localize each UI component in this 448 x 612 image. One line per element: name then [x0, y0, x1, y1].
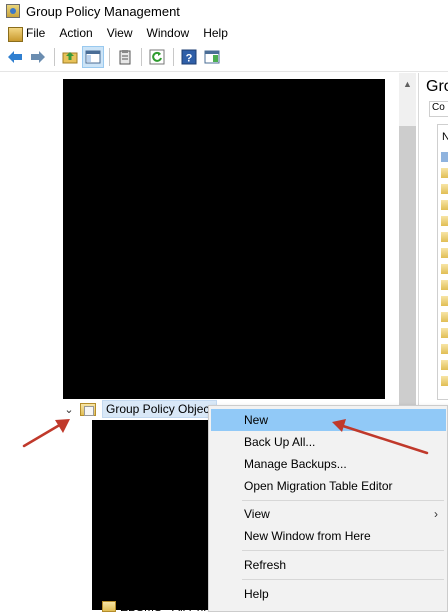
list-item-icon [441, 232, 448, 242]
context-menu: New Back Up All... Manage Backups... Ope… [208, 405, 448, 612]
refresh-icon[interactable] [146, 46, 168, 68]
list-item-icon [441, 264, 448, 274]
gpo-folder-icon [80, 402, 96, 416]
menu-file[interactable]: File [4, 24, 52, 42]
up-folder-icon[interactable] [59, 46, 81, 68]
menu-action[interactable]: Action [52, 24, 99, 42]
menu-item-new[interactable]: New [211, 409, 446, 431]
menu-help[interactable]: Help [196, 24, 235, 42]
list-item-icon [441, 200, 448, 210]
menu-item-label: Manage Backups... [244, 457, 347, 471]
tree-node-label: Group Policy Object [102, 400, 217, 418]
menu-item-new-window-from-here[interactable]: New Window from Here [211, 525, 446, 547]
list-item-icon [441, 328, 448, 338]
list-item-icon [441, 344, 448, 354]
scrollbar-thumb[interactable] [399, 126, 416, 408]
column-header-name[interactable]: N [442, 131, 448, 143]
menu-item-label: New Window from Here [244, 529, 371, 543]
menu-view[interactable]: View [100, 24, 140, 42]
redacted-region [92, 420, 210, 610]
menu-item-label: Refresh [244, 558, 287, 572]
list-item-icon [441, 360, 448, 370]
gpo-icon [102, 601, 116, 612]
chevron-down-icon[interactable]: ⌄ [62, 403, 76, 416]
show-hide-tree-icon[interactable] [82, 46, 104, 68]
menu-item-label: Open Migration Table Editor [244, 479, 393, 493]
list-item-icon [441, 168, 448, 178]
list-item-icon [441, 376, 448, 386]
toolbar-separator [173, 48, 174, 66]
results-tab[interactable]: Co [429, 101, 448, 117]
window-title: Group Policy Management [26, 3, 180, 19]
menu-item-manage-backups[interactable]: Manage Backups... [211, 453, 446, 475]
menu-item-label: View [244, 507, 270, 521]
menu-window[interactable]: Window [140, 24, 197, 42]
menu-item-label: Back Up All... [244, 435, 316, 449]
toolbar-separator [54, 48, 55, 66]
results-list[interactable] [437, 124, 448, 400]
menu-item-view[interactable]: View › [211, 503, 446, 525]
svg-text:?: ? [186, 53, 193, 65]
list-item-icon [441, 216, 448, 226]
redacted-region [63, 79, 385, 399]
group-policy-app-icon [6, 4, 20, 18]
list-item-icon [441, 152, 448, 162]
menu-separator [242, 579, 444, 580]
scroll-up-arrow-icon[interactable]: ▲ [403, 79, 412, 89]
menu-item-label: New [244, 413, 269, 427]
toolbar-separator [109, 48, 110, 66]
menu-item-open-migration-table-editor[interactable]: Open Migration Table Editor [211, 475, 446, 497]
back-icon[interactable] [4, 46, 26, 68]
menu-bar: File Action View Window Help [0, 22, 448, 43]
list-item-icon [441, 280, 448, 290]
menu-item-label: Help [244, 587, 269, 601]
list-item-icon [441, 296, 448, 306]
clipboard-icon[interactable] [114, 46, 136, 68]
list-item-icon [441, 184, 448, 194]
menu-separator [242, 500, 444, 501]
title-bar: Group Policy Management [0, 0, 448, 22]
results-pane-header: Grou [426, 78, 448, 95]
menu-item-back-up-all[interactable]: Back Up All... [211, 431, 446, 453]
menu-separator [242, 550, 444, 551]
help-icon[interactable]: ? [178, 46, 200, 68]
list-item-icon [441, 248, 448, 258]
toolbar-separator [141, 48, 142, 66]
list-item-icon [441, 312, 448, 322]
menu-item-help[interactable]: Help [211, 583, 446, 605]
chevron-right-icon: › [434, 507, 438, 521]
menu-item-refresh[interactable]: Refresh [211, 554, 446, 576]
action-pane-icon[interactable] [201, 46, 223, 68]
tree-node-group-policy-objects[interactable]: ⌄ Group Policy Object [62, 399, 217, 419]
forward-icon[interactable] [27, 46, 49, 68]
toolbar: ? [0, 43, 448, 72]
